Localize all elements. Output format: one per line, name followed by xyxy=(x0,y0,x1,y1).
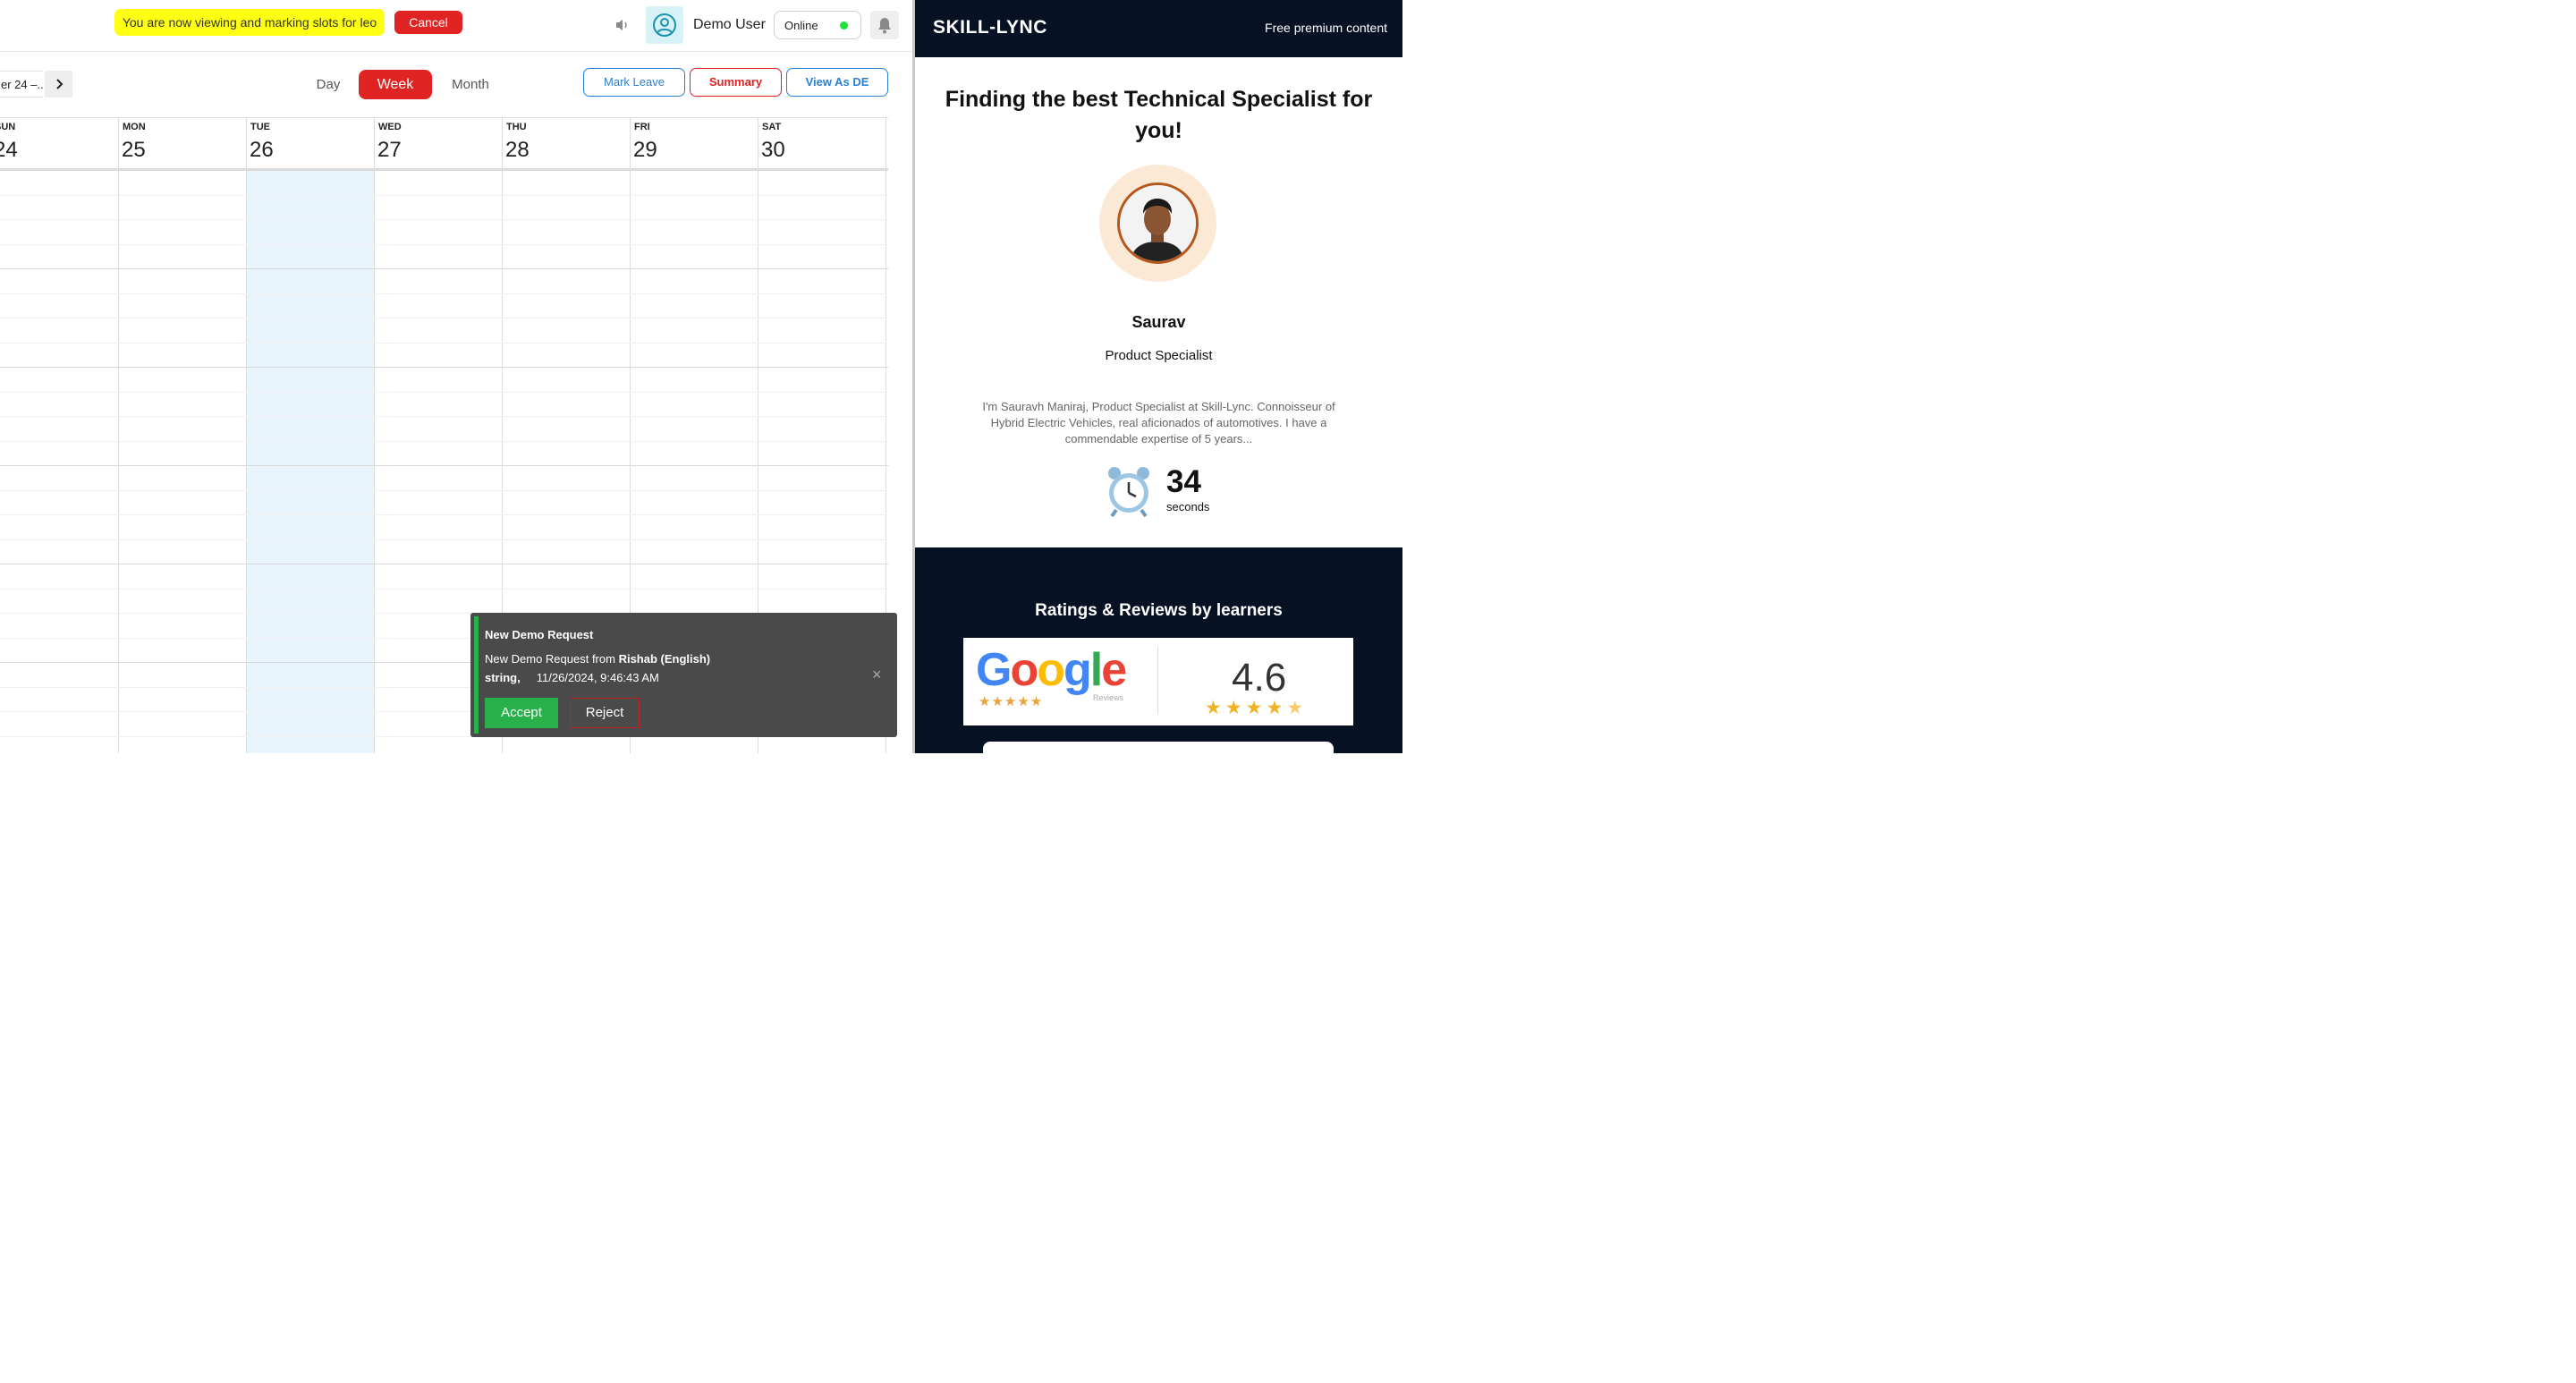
google-logo: Google xyxy=(976,644,1127,696)
day-header-fri: FRI 29 xyxy=(631,118,758,168)
ratings-title: Ratings & Reviews by learners xyxy=(1035,601,1283,620)
slot-line xyxy=(0,244,888,245)
day-column[interactable] xyxy=(119,170,247,753)
summary-button[interactable]: Summary xyxy=(690,68,782,97)
alarm-clock-icon xyxy=(1105,465,1153,518)
slot-line xyxy=(0,367,888,368)
status-label: Online xyxy=(784,19,818,32)
user-icon xyxy=(653,13,676,37)
panel-header: SKILL-LYNC Free premium content xyxy=(915,0,1402,57)
day-abbr: WED xyxy=(378,122,402,132)
slot-line xyxy=(0,392,888,393)
reject-button[interactable]: Reject xyxy=(570,698,640,728)
online-dot-icon xyxy=(840,21,848,30)
skill-lync-logo: SKILL-LYNC xyxy=(933,17,1047,38)
specialist-name: Saurav xyxy=(1131,313,1186,331)
day-header-wed: WED 27 xyxy=(375,118,503,168)
google-review-card: Google ★★★★★ Reviews 4.6 ★★★★★ xyxy=(963,638,1353,725)
toast-detail-label: string, xyxy=(485,671,521,684)
slot-line xyxy=(0,343,888,344)
day-number: 30 xyxy=(761,138,785,162)
demo-request-toast: New Demo Request New Demo Request from R… xyxy=(470,613,897,737)
top-bar: You are now viewing and marking slots fo… xyxy=(0,0,913,52)
slot-line xyxy=(0,490,888,491)
slot-line xyxy=(0,465,888,466)
status-toggle[interactable]: Online xyxy=(774,11,861,39)
day-number: 26 xyxy=(250,138,274,162)
view-month-button[interactable]: Month xyxy=(443,77,498,92)
slot-line xyxy=(0,195,888,196)
toast-message-prefix: New Demo Request from xyxy=(485,652,619,666)
specialist-avatar-ring xyxy=(1099,165,1216,282)
person-icon xyxy=(1120,185,1196,261)
date-range: er 24 –.. xyxy=(0,71,43,98)
view-day-button[interactable]: Day xyxy=(304,77,352,92)
day-header-thu: THU 28 xyxy=(503,118,631,168)
day-column[interactable] xyxy=(0,170,119,753)
toast-accent-bar xyxy=(474,616,479,734)
specialist-panel: SKILL-LYNC Free premium content Finding … xyxy=(915,0,1402,753)
next-week-button[interactable] xyxy=(45,71,72,98)
specialist-bio: I'm Sauravh Maniraj, Product Specialist … xyxy=(982,400,1335,445)
free-content-link[interactable]: Free premium content xyxy=(1265,21,1387,35)
panel-title: Finding the best Technical Specialist fo… xyxy=(945,87,1373,143)
google-reviews-label: Reviews xyxy=(1093,693,1124,702)
day-column-today[interactable] xyxy=(247,170,375,753)
rating-value: 4.6 xyxy=(1232,656,1287,700)
day-number: 29 xyxy=(633,138,657,162)
day-abbr: SUN xyxy=(0,122,16,132)
user-name: Demo User xyxy=(693,17,766,32)
day-number: 25 xyxy=(122,138,146,162)
viewing-banner: You are now viewing and marking slots fo… xyxy=(114,9,385,36)
day-number: 24 xyxy=(0,138,18,162)
day-number: 28 xyxy=(505,138,530,162)
day-abbr: MON xyxy=(123,122,146,132)
specialist-role: Product Specialist xyxy=(1105,348,1213,363)
chevron-right-icon xyxy=(55,79,63,89)
card-divider xyxy=(1157,647,1158,715)
slot-line xyxy=(0,539,888,540)
cancel-button[interactable]: Cancel xyxy=(394,11,462,34)
mark-leave-button[interactable]: Mark Leave xyxy=(583,68,685,97)
toast-timestamp: 11/26/2024, 9:46:43 AM xyxy=(536,671,659,684)
slot-line xyxy=(0,589,888,590)
slot-line xyxy=(0,268,888,269)
google-stars-icon: ★★★★★ xyxy=(979,694,1044,709)
toast-message: New Demo Request from Rishab (English) xyxy=(485,652,710,666)
day-number: 27 xyxy=(377,138,402,162)
speaker-icon[interactable] xyxy=(614,16,631,34)
day-abbr: TUE xyxy=(250,122,270,132)
day-header-sat: SAT 30 xyxy=(758,118,886,168)
toast-requester: Rishab (English) xyxy=(618,652,711,666)
view-as-de-button[interactable]: View As DE xyxy=(786,68,888,97)
countdown-unit: seconds xyxy=(1166,500,1210,513)
countdown-value: 34 xyxy=(1166,464,1201,499)
notifications-button[interactable] xyxy=(870,11,899,39)
slot-line xyxy=(0,416,888,417)
calendar-app: You are now viewing and marking slots fo… xyxy=(0,0,913,753)
bell-icon xyxy=(878,18,891,34)
slot-line xyxy=(0,219,888,220)
day-abbr: THU xyxy=(506,122,527,132)
slot-line xyxy=(0,441,888,442)
accept-button[interactable]: Accept xyxy=(485,698,558,728)
specialist-avatar xyxy=(1117,182,1199,264)
view-week-button[interactable]: Week xyxy=(359,70,432,99)
day-abbr: FRI xyxy=(634,122,650,132)
slot-line xyxy=(0,293,888,294)
next-card xyxy=(983,742,1334,753)
close-icon[interactable]: × xyxy=(872,666,882,683)
day-header-tue: TUE 26 xyxy=(247,118,375,168)
toast-title: New Demo Request xyxy=(485,628,594,641)
day-header-mon: MON 25 xyxy=(119,118,247,168)
toast-details: string, 11/26/2024, 9:46:43 AM xyxy=(485,671,659,684)
day-header-sun: SUN 24 xyxy=(0,118,119,168)
rating-stars-icon: ★★★★★ xyxy=(1205,698,1308,718)
slot-line xyxy=(0,514,888,515)
slot-line xyxy=(0,170,888,171)
user-avatar[interactable] xyxy=(646,6,683,44)
day-abbr: SAT xyxy=(762,122,782,132)
